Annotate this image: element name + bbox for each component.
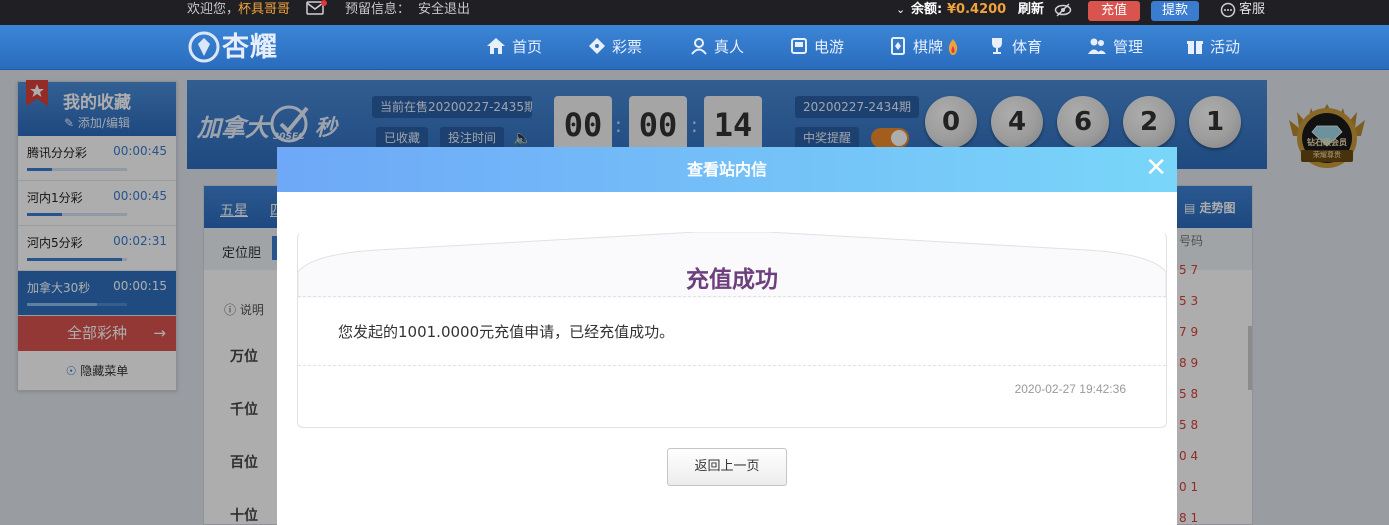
modal-header: 查看站内信 ✕ <box>277 147 1177 192</box>
chat-icon[interactable] <box>1220 2 1236 25</box>
close-icon[interactable]: ✕ <box>1145 147 1167 189</box>
nav-item-6[interactable]: 管理 <box>1087 25 1143 70</box>
trophy-icon <box>988 38 1012 56</box>
balance-label: 余额: <box>911 2 943 17</box>
logout-link[interactable]: 安全退出 <box>418 0 470 20</box>
person-icon <box>690 38 714 56</box>
nav-item-label: 棋牌 <box>913 38 944 56</box>
notice-label: 预留信息： <box>345 2 411 17</box>
nav-item-5[interactable]: 体育 <box>988 25 1042 70</box>
nav-item-2[interactable]: 真人 <box>690 25 744 70</box>
nav-item-0[interactable]: 首页 <box>486 25 542 70</box>
nav-item-4[interactable]: 棋牌 <box>889 25 965 70</box>
arcade-icon <box>790 38 814 56</box>
nav-item-7[interactable]: 活动 <box>1186 25 1240 70</box>
users-icon <box>1087 38 1113 56</box>
hot-flame-icon <box>947 38 965 56</box>
refresh-link[interactable]: 刷新 <box>1018 0 1044 20</box>
deposit-button[interactable]: 充值 <box>1088 1 1140 21</box>
gift-icon <box>1186 38 1210 56</box>
nav-item-label: 体育 <box>1012 38 1043 56</box>
home-icon <box>486 38 512 56</box>
modal-title: 查看站内信 <box>686 160 767 179</box>
nav-item-label: 管理 <box>1113 38 1144 56</box>
logo-text: 杏耀 <box>222 32 278 63</box>
top-bar: 欢迎您， 杯具哥哥 预留信息： 安全退出 ⌄ 余额: ¥0.4200 刷新 充值… <box>0 0 1389 25</box>
nav-item-label: 真人 <box>714 38 745 56</box>
cards-icon <box>889 37 913 56</box>
nav-item-label: 彩票 <box>612 38 643 56</box>
mail-icon[interactable] <box>306 0 327 22</box>
divider <box>298 365 1166 366</box>
withdraw-button[interactable]: 提款 <box>1151 1 1199 21</box>
nav-item-3[interactable]: 电游 <box>790 25 844 70</box>
chevron-down-icon[interactable]: ⌄ <box>896 0 905 20</box>
nav-item-label: 首页 <box>512 38 543 56</box>
eye-slash-icon[interactable] <box>1054 3 1072 24</box>
logo-emblem-icon <box>188 31 220 63</box>
ticket-icon <box>588 38 612 56</box>
message-modal: 查看站内信 ✕ 充值成功 您发起的1001.0000元充值申请，已经充值成功。 … <box>277 147 1177 525</box>
username-link[interactable]: 杯具哥哥 <box>238 0 290 20</box>
back-button[interactable]: 返回上一页 <box>667 448 787 486</box>
welcome-text: 欢迎您， <box>187 2 240 17</box>
service-link[interactable]: 客服 <box>1239 0 1265 20</box>
message-card: 充值成功 您发起的1001.0000元充值申请，已经充值成功。 2020-02-… <box>297 232 1167 428</box>
nav-item-1[interactable]: 彩票 <box>588 25 642 70</box>
message-body: 您发起的1001.0000元充值申请，已经充值成功。 <box>338 323 675 341</box>
nav-item-label: 活动 <box>1210 38 1241 56</box>
balance-value: ¥0.4200 <box>947 2 1007 17</box>
divider <box>298 296 1166 297</box>
message-heading: 充值成功 <box>686 267 778 293</box>
message-timestamp: 2020-02-27 19:42:36 <box>1014 382 1126 396</box>
main-nav: 杏耀 首页 彩票 真人 电游 棋牌 体育 管理 活动 <box>0 25 1389 70</box>
nav-item-label: 电游 <box>814 38 845 56</box>
